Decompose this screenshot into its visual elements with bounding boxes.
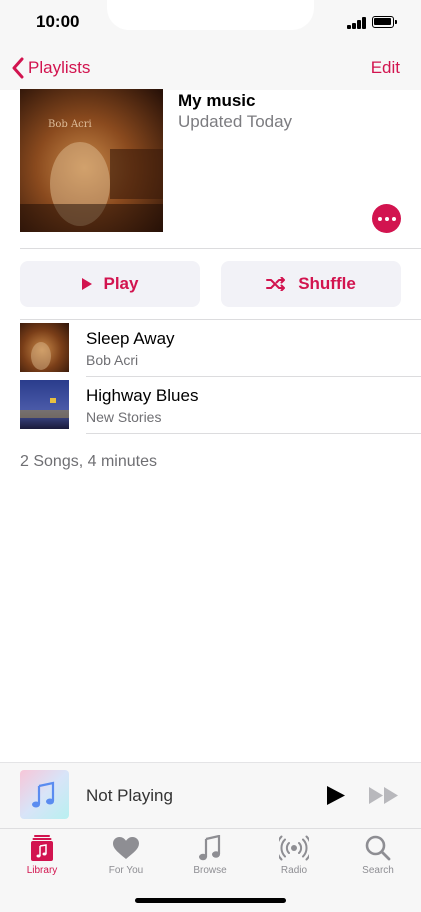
tab-label: Browse: [193, 865, 227, 876]
edit-button[interactable]: Edit: [371, 58, 400, 78]
svg-text:Bob Acri: Bob Acri: [48, 119, 92, 130]
track-artist: Bob Acri: [86, 352, 139, 368]
divider: [20, 319, 421, 320]
more-options-button[interactable]: [372, 204, 401, 233]
divider: [86, 433, 421, 434]
play-button-label: Play: [103, 274, 139, 293]
divider: [86, 376, 421, 377]
play-icon[interactable]: [326, 785, 346, 811]
heart-icon: [113, 833, 139, 863]
tab-label: Search: [362, 865, 394, 876]
tab-label: Radio: [280, 865, 308, 876]
playlist-summary: 2 Songs, 4 minutes: [20, 453, 157, 470]
search-icon: [365, 833, 391, 863]
track-artwork[interactable]: [20, 323, 69, 372]
tab-radio[interactable]: Radio: [252, 833, 336, 881]
status-time: 10:00: [36, 12, 80, 31]
tab-search[interactable]: Search: [336, 833, 420, 881]
music-note-icon: [199, 833, 221, 863]
shuffle-button[interactable]: Shuffle: [221, 261, 401, 307]
back-button-label: Playlists: [28, 58, 91, 77]
track-artist: New Stories: [86, 409, 162, 425]
tab-label: For You: [108, 865, 144, 876]
library-icon: [31, 833, 53, 863]
back-button[interactable]: Playlists: [12, 55, 90, 81]
play-triangle-icon: [81, 278, 92, 290]
chevron-left-icon: [12, 57, 24, 79]
tab-for-you[interactable]: For You: [84, 833, 168, 881]
mini-player-artwork: [20, 770, 69, 819]
tab-label: Library: [26, 865, 58, 876]
tab-library[interactable]: Library: [0, 833, 84, 881]
mini-player-title: Not Playing: [86, 786, 173, 805]
divider: [20, 248, 421, 249]
battery-icon: [372, 16, 397, 28]
shuffle-icon: [266, 277, 286, 291]
track-artwork[interactable]: [20, 380, 69, 429]
play-button[interactable]: Play: [20, 261, 200, 307]
playlist-title: My music: [178, 91, 256, 110]
cellular-signal-icon: [347, 16, 367, 29]
fast-forward-icon[interactable]: [369, 787, 399, 809]
device-notch: [107, 0, 314, 30]
ellipsis-icon: [377, 216, 382, 221]
tab-browse[interactable]: Browse: [168, 833, 252, 881]
track-title[interactable]: Sleep Away: [86, 329, 175, 349]
playlist-updated-label: Updated Today: [178, 112, 293, 131]
track-title[interactable]: Highway Blues: [86, 386, 198, 406]
playlist-artwork: Bob Acri: [20, 89, 163, 232]
home-indicator: [135, 898, 286, 903]
shuffle-button-label: Shuffle: [298, 274, 356, 293]
radio-icon: [279, 833, 309, 863]
